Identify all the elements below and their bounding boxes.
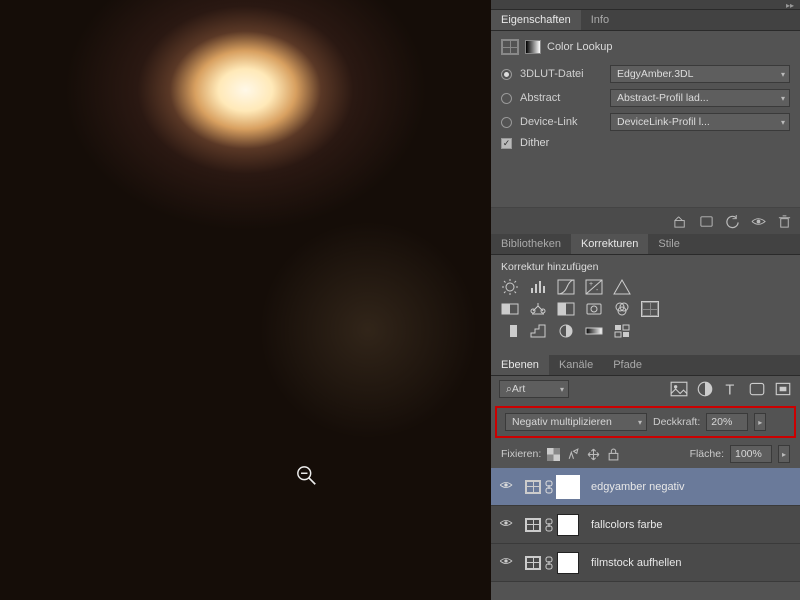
tab-info[interactable]: Info xyxy=(581,10,619,30)
label-dither: Dither xyxy=(520,137,549,149)
color-balance-icon[interactable] xyxy=(529,301,547,317)
filter-smart-icon[interactable] xyxy=(774,381,792,397)
panel-topbar: ▸▸ xyxy=(491,0,800,10)
threshold-icon[interactable] xyxy=(557,323,575,339)
tab-kanaele[interactable]: Kanäle xyxy=(549,355,603,375)
layer-link-icon[interactable] xyxy=(545,556,553,570)
tab-bibliotheken[interactable]: Bibliotheken xyxy=(491,234,571,254)
visibility-toggle-icon[interactable] xyxy=(491,518,521,531)
exposure-icon[interactable]: +- xyxy=(585,279,603,295)
properties-panel: Eigenschaften Info Color Lookup 3DLUT-Da… xyxy=(491,10,800,234)
layer-row[interactable]: edgyamber negativ xyxy=(491,468,800,506)
properties-footer xyxy=(491,207,800,234)
lock-transparency-icon[interactable] xyxy=(547,448,560,461)
levels-icon[interactable] xyxy=(529,279,547,295)
adjustments-row-1: +- xyxy=(501,279,790,295)
blend-opacity-row: Negativ multiplizieren Deckkraft: 20% ▸ xyxy=(495,406,796,438)
channel-mixer-icon[interactable] xyxy=(613,301,631,317)
tab-pfade[interactable]: Pfade xyxy=(603,355,652,375)
view-previous-icon[interactable] xyxy=(698,214,714,228)
filter-adjustment-icon[interactable] xyxy=(696,381,714,397)
filter-shape-icon[interactable] xyxy=(748,381,766,397)
tab-ebenen[interactable]: Ebenen xyxy=(491,355,549,375)
label-abstract: Abstract xyxy=(520,92,602,104)
layer-lut-icon xyxy=(525,556,541,570)
layer-name[interactable]: fallcolors farbe xyxy=(583,519,663,531)
layer-link-icon[interactable] xyxy=(545,480,553,494)
lock-position-icon[interactable] xyxy=(587,448,600,461)
tab-korrekturen[interactable]: Korrekturen xyxy=(571,234,648,254)
reset-icon[interactable] xyxy=(724,214,740,228)
svg-text:-: - xyxy=(596,287,599,294)
lock-pixels-icon[interactable] xyxy=(567,448,580,461)
trash-icon[interactable] xyxy=(776,214,792,228)
adjustments-add-label: Korrektur hinzufügen xyxy=(501,261,790,273)
invert-icon[interactable] xyxy=(501,323,519,339)
clip-to-layer-icon[interactable] xyxy=(672,214,688,228)
gradient-icon xyxy=(525,40,541,54)
lock-label: Fixieren: xyxy=(501,448,541,460)
checkbox-dither[interactable]: ✓ xyxy=(501,138,512,149)
adjustments-row-2 xyxy=(501,301,790,317)
opacity-flyout-icon[interactable]: ▸ xyxy=(754,413,766,431)
tab-stile[interactable]: Stile xyxy=(648,234,689,254)
gradient-map-icon[interactable] xyxy=(585,323,603,339)
layer-lut-icon xyxy=(525,518,541,532)
panels-column: ▸▸ Eigenschaften Info Color Lookup 3DLUT… xyxy=(491,0,800,600)
layer-link-icon[interactable] xyxy=(545,518,553,532)
layer-row[interactable]: fallcolors farbe xyxy=(491,506,800,544)
blend-mode-dropdown[interactable]: Negativ multiplizieren xyxy=(505,413,647,431)
brightness-contrast-icon[interactable] xyxy=(501,279,519,295)
dropdown-device-link[interactable]: DeviceLink-Profil l... xyxy=(610,113,790,131)
dropdown-abstract[interactable]: Abstract-Profil lad... xyxy=(610,89,790,107)
layer-lut-icon xyxy=(525,480,541,494)
adjustments-panel: Bibliotheken Korrekturen Stile Korrektur… xyxy=(491,234,800,355)
visibility-icon[interactable] xyxy=(750,214,766,228)
layer-mask-thumb[interactable] xyxy=(557,476,579,498)
svg-text:+: + xyxy=(589,281,593,288)
hue-saturation-icon[interactable] xyxy=(501,301,519,317)
document-canvas[interactable] xyxy=(0,0,491,600)
vibrance-icon[interactable] xyxy=(613,279,631,295)
label-device-link: Device-Link xyxy=(520,116,602,128)
color-lookup-grid-icon xyxy=(501,39,519,55)
selective-color-icon[interactable] xyxy=(613,323,631,339)
visibility-toggle-icon[interactable] xyxy=(491,556,521,569)
radio-3dlut[interactable] xyxy=(501,69,512,80)
layers-panel: Ebenen Kanäle Pfade ⌕Art T Negativ multi… xyxy=(491,355,800,600)
adjustments-row-3 xyxy=(501,323,790,339)
color-lookup-icon[interactable] xyxy=(641,301,659,317)
label-3dlut: 3DLUT-Datei xyxy=(520,68,602,80)
radio-device-link[interactable] xyxy=(501,117,512,128)
fill-flyout-icon[interactable]: ▸ xyxy=(778,445,790,463)
posterize-icon[interactable] xyxy=(529,323,547,339)
zoom-out-cursor xyxy=(296,465,318,487)
layer-filter-icons: T xyxy=(670,381,792,397)
dropdown-3dlut[interactable]: EdgyAmber.3DL xyxy=(610,65,790,83)
properties-tabs: Eigenschaften Info xyxy=(491,10,800,31)
fill-label: Fläche: xyxy=(690,448,724,460)
collapse-arrows-icon[interactable]: ▸▸ xyxy=(786,1,794,10)
layer-name[interactable]: filmstock aufhellen xyxy=(583,557,682,569)
layer-mask-thumb[interactable] xyxy=(557,552,579,574)
layer-filter-kind[interactable]: ⌕Art xyxy=(499,380,569,398)
opacity-value[interactable]: 20% xyxy=(706,413,748,431)
lock-all-icon[interactable] xyxy=(607,448,620,461)
black-white-icon[interactable] xyxy=(557,301,575,317)
layer-name[interactable]: edgyamber negativ xyxy=(583,481,685,493)
layer-mask-thumb[interactable] xyxy=(557,514,579,536)
tab-eigenschaften[interactable]: Eigenschaften xyxy=(491,10,581,30)
visibility-toggle-icon[interactable] xyxy=(491,480,521,493)
layers-list: edgyamber negativ fallcolors farbe f xyxy=(491,468,800,582)
layer-row[interactable]: filmstock aufhellen xyxy=(491,544,800,582)
filter-pixel-icon[interactable] xyxy=(670,381,688,397)
svg-text:T: T xyxy=(725,383,734,397)
filter-type-icon[interactable]: T xyxy=(722,381,740,397)
photo-filter-icon[interactable] xyxy=(585,301,603,317)
curves-icon[interactable] xyxy=(557,279,575,295)
properties-title: Color Lookup xyxy=(547,41,612,53)
radio-abstract[interactable] xyxy=(501,93,512,104)
opacity-label: Deckkraft: xyxy=(653,416,700,428)
fill-value[interactable]: 100% xyxy=(730,445,772,463)
